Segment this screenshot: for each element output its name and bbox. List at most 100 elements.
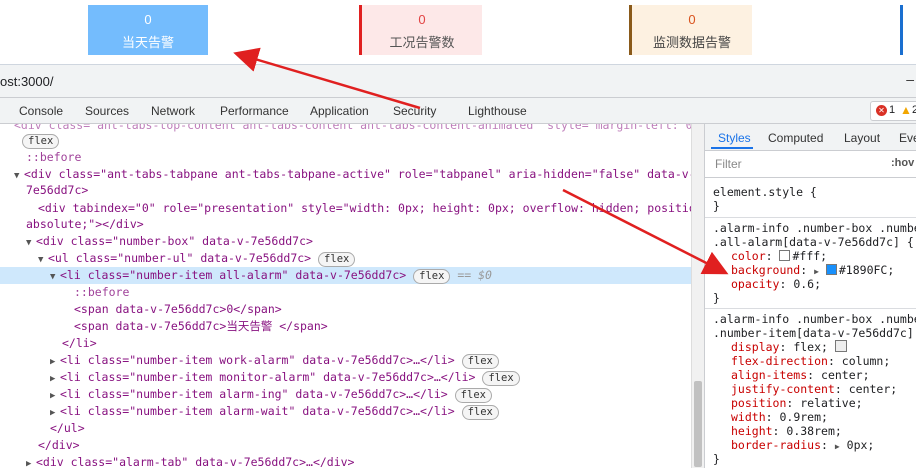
rule2-prop-display[interactable]: display: flex; <box>731 340 916 354</box>
flex-badge[interactable]: flex <box>318 252 356 267</box>
tree-line-li-close[interactable]: </li> <box>0 335 691 352</box>
tree-line-numberbox[interactable]: ▼ <div class="number-box" data-v-7e56dd7c… <box>0 233 691 250</box>
tab-security[interactable]: Security <box>393 104 436 118</box>
all-alarm-card[interactable]: 0 当天告警 <box>88 5 208 55</box>
tab-performance[interactable]: Performance <box>220 104 289 118</box>
li-all-alarm-tag: <li class="number-item all-alarm" data-v… <box>60 268 407 282</box>
tab-computed[interactable]: Computed <box>768 131 823 145</box>
rule1-selector[interactable]: .alarm-info .number-box .number <box>713 221 916 235</box>
rule1-prop-color[interactable]: color: #fff; <box>731 249 916 263</box>
monitor-alarm-card[interactable]: 0 监测数据告警 <box>629 5 752 55</box>
prop-name: align-items <box>731 368 808 382</box>
tab-lighthouse[interactable]: Lighthouse <box>468 104 527 118</box>
tabpane-tag: <div class="ant-tabs-tabpane ant-tabs-ta… <box>24 167 691 181</box>
flex-badge[interactable]: flex <box>482 371 520 386</box>
rule2-selector-cont[interactable]: .number-item[data-v-7e56dd7c] { <box>713 326 916 340</box>
element-style-selector[interactable]: element.style { <box>713 185 916 199</box>
styles-filter[interactable]: Filter :hov <box>705 151 916 178</box>
tree-line-tabindex-cont[interactable]: absolute;"></div> <box>0 216 691 233</box>
color-swatch-icon[interactable] <box>825 264 837 275</box>
error-icon: ✕ <box>876 105 887 116</box>
scrollbar-thumb[interactable] <box>694 381 702 467</box>
tab-styles[interactable]: Styles <box>718 131 751 145</box>
flex-badge[interactable]: flex <box>461 405 499 420</box>
flex-badge[interactable]: flex <box>22 134 60 149</box>
prop-value[interactable]: center; <box>849 382 897 396</box>
prop-value[interactable]: #fff; <box>792 249 827 263</box>
prop-value[interactable]: #1890FC; <box>839 263 894 277</box>
prop-value[interactable]: relative; <box>800 396 862 410</box>
rule2-prop-position[interactable]: position: relative; <box>731 396 916 410</box>
work-alarm-count: 0 <box>418 12 426 27</box>
tree-line-tabpane-cont[interactable]: 7e56dd7c> <box>0 182 691 199</box>
prop-value[interactable]: 0px; <box>847 438 875 452</box>
issues-badge[interactable]: ✕ 1 ▲ 2 <box>870 101 916 121</box>
prop-name: flex-direction <box>731 354 828 368</box>
rule2-prop-align-items[interactable]: align-items: center; <box>731 368 916 382</box>
brace-text: } <box>713 199 720 213</box>
tree-line-before[interactable]: ::before <box>0 149 691 166</box>
prop-value[interactable]: flex; <box>793 340 828 354</box>
prop-value[interactable]: 0.9rem; <box>779 410 827 424</box>
tab-network[interactable]: Network <box>151 104 195 118</box>
tab-application[interactable]: Application <box>310 104 369 118</box>
tree-line-numberul[interactable]: ▼ <ul class="number-ul" data-v-7e56dd7c> … <box>0 250 691 267</box>
rule1-selector-line2: .all-alarm[data-v-7e56dd7c] { <box>713 235 914 249</box>
tree-line-flex[interactable]: flex <box>0 132 691 149</box>
flex-badge[interactable]: flex <box>454 388 492 403</box>
tree-line-span1[interactable]: <span data-v-7e56dd7c>0</span> <box>0 301 691 318</box>
div-close-tag: </div> <box>38 438 80 452</box>
flex-badge[interactable]: flex <box>461 354 499 369</box>
color-swatch-icon[interactable] <box>779 250 791 261</box>
rule2-prop-justify-content[interactable]: justify-content: center; <box>731 382 916 396</box>
tree-line-li-ing[interactable]: ▶ <li class="number-item alarm-ing" data-… <box>0 386 691 403</box>
flexbox-editor-icon[interactable] <box>834 340 847 352</box>
tabindex-tag: <div tabindex="0" role="presentation" st… <box>38 201 691 215</box>
rule2-prop-border-radius[interactable]: border-radius: ▶ 0px; <box>731 438 916 452</box>
tree-line-li-work[interactable]: ▶ <li class="number-item work-alarm" data… <box>0 352 691 369</box>
tree-line-span2[interactable]: <span data-v-7e56dd7c>当天告警 </span> <box>0 318 691 335</box>
devtools-url-bar: ost:3000/ – <box>0 65 916 98</box>
tree-line-li-before[interactable]: ::before <box>0 284 691 301</box>
tree-line-tabpane[interactable]: ▼ <div class="ant-tabs-tabpane ant-tabs-t… <box>0 166 691 183</box>
tab-console[interactable]: Console <box>19 104 63 118</box>
tree-line-ul-close[interactable]: </ul> <box>0 420 691 437</box>
tab-sources[interactable]: Sources <box>85 104 129 118</box>
tree-line-selected-li[interactable]: ▼ <li class="number-item all-alarm" data-… <box>0 267 691 284</box>
prop-value[interactable]: 0.6; <box>793 277 821 291</box>
tree-line-tabindex[interactable]: <div tabindex="0" role="presentation" st… <box>0 200 691 217</box>
rule2-selector[interactable]: .alarm-info .number-box .number <box>713 312 916 326</box>
tree-line-li-wait[interactable]: ▶ <li class="number-item alarm-wait" data… <box>0 403 691 420</box>
minimize-button[interactable]: – <box>906 71 914 87</box>
prop-value[interactable]: 0.38rem; <box>786 424 841 438</box>
work-alarm-card[interactable]: 0 工况告警数 <box>359 5 482 55</box>
styles-pane: Styles Computed Layout Eve Filter :hov e… <box>704 124 916 468</box>
rule2-prop-width[interactable]: width: 0.9rem; <box>731 410 916 424</box>
collapse-triangle-icon[interactable]: ▶ <box>26 456 36 468</box>
tab-event-listeners[interactable]: Eve <box>899 131 916 145</box>
rule1-prop-opacity[interactable]: opacity: 0.6; <box>731 277 916 291</box>
rule1-prop-background[interactable]: background: ▶ #1890FC; <box>731 263 916 277</box>
tree-line-li-monitor[interactable]: ▶ <li class="number-item monitor-alarm" d… <box>0 369 691 386</box>
work-alarm-label: 工况告警数 <box>389 35 455 50</box>
rule2-prop-flex-direction[interactable]: flex-direction: column; <box>731 354 916 368</box>
prop-value[interactable]: center; <box>821 368 869 382</box>
devtools-panel: ost:3000/ – Console Sources Network Perf… <box>0 64 916 468</box>
flex-badge[interactable]: flex <box>413 269 451 284</box>
warning-icon: ▲ <box>900 103 912 117</box>
prop-value[interactable]: column; <box>842 354 890 368</box>
expand-triangle-icon[interactable]: ▶ <box>814 267 819 276</box>
rule1-close: } <box>713 291 916 305</box>
li-wait-tag: <li class="number-item alarm-wait" data-… <box>60 404 455 418</box>
tree-line-div-close[interactable]: </div> <box>0 437 691 454</box>
filter-input[interactable]: Filter <box>715 157 742 171</box>
expand-triangle-icon[interactable]: ▶ <box>835 442 840 451</box>
tree-line-alarmtab[interactable]: ▶ <div class="alarm-tab" data-v-7e56dd7c>… <box>0 454 691 468</box>
tab-layout[interactable]: Layout <box>844 131 880 145</box>
rule2-prop-height[interactable]: height: 0.38rem; <box>731 424 916 438</box>
rule1-selector-cont[interactable]: .all-alarm[data-v-7e56dd7c] { <box>713 235 916 249</box>
elements-scrollbar[interactable] <box>691 124 704 468</box>
hov-toggle[interactable]: :hov <box>891 157 914 169</box>
rule-divider <box>705 308 916 309</box>
span-label-tag: <span data-v-7e56dd7c>当天告警 </span> <box>74 319 328 333</box>
